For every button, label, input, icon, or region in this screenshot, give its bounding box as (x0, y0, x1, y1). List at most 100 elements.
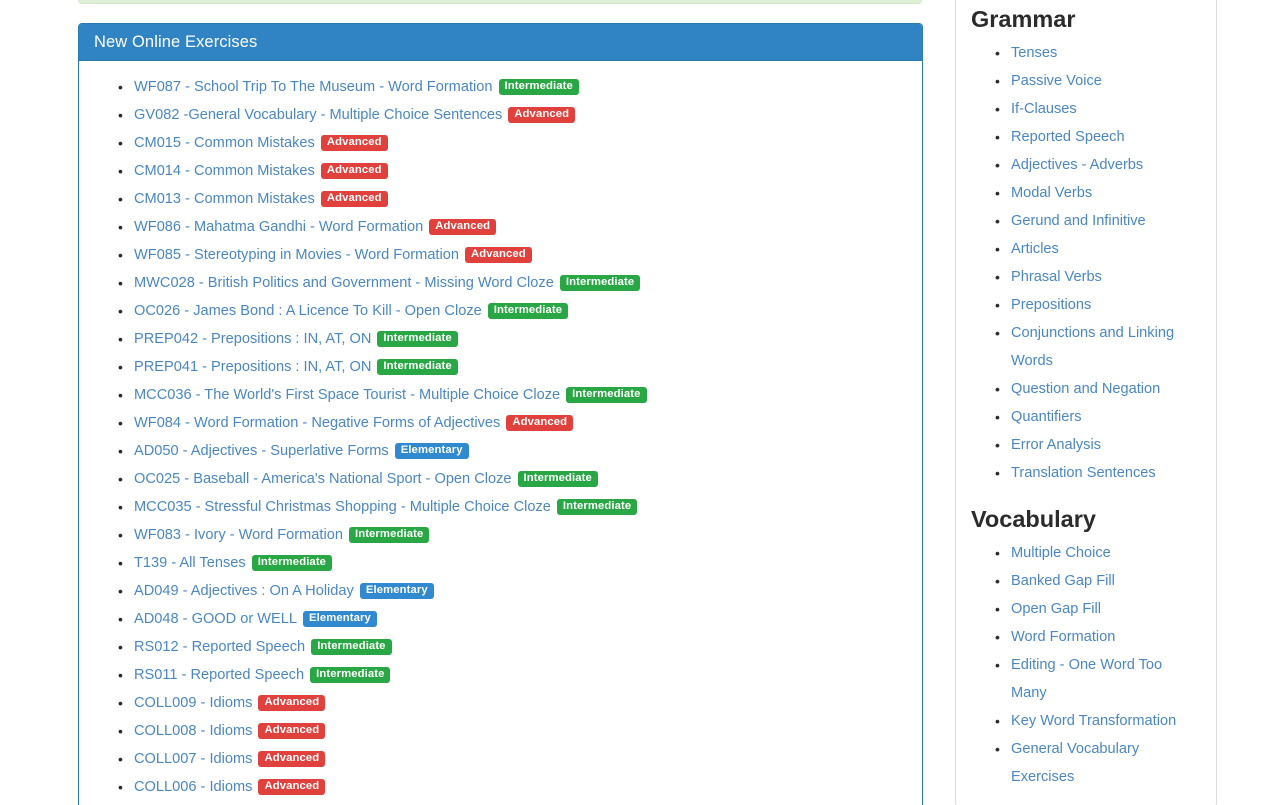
exercise-list-item: CM015 - Common MistakesAdvanced (134, 129, 907, 157)
level-badge: Intermediate (557, 499, 637, 515)
sidebar-list-item: If-Clauses (1011, 95, 1201, 123)
exercise-link[interactable]: WF083 - Ivory - Word Formation (134, 527, 343, 543)
exercise-link[interactable]: MWC028 - British Politics and Government… (134, 275, 554, 291)
level-badge: Elementary (303, 611, 377, 627)
exercise-list-item: COLL006 - IdiomsAdvanced (134, 773, 907, 801)
sidebar-heading-grammar: Grammar (971, 5, 1201, 33)
exercise-link[interactable]: RS012 - Reported Speech (134, 639, 305, 655)
exercise-link[interactable]: AD049 - Adjectives : On A Holiday (134, 583, 354, 599)
exercise-link[interactable]: T139 - All Tenses (134, 555, 246, 571)
sidebar-link-articles[interactable]: Articles (1011, 241, 1059, 257)
sidebar-list-item: General Vocabulary Exercises (1011, 735, 1201, 791)
exercise-link[interactable]: GV082 -General Vocabulary - Multiple Cho… (134, 107, 502, 123)
exercise-list-item: WF086 - Mahatma Gandhi - Word Formation A… (134, 213, 907, 241)
sidebar-list-item: Reported Speech (1011, 123, 1201, 151)
sidebar-link-general-vocabulary-exercises[interactable]: General Vocabulary Exercises (1011, 741, 1139, 785)
exercise-list-item: CM014 - Common MistakesAdvanced (134, 157, 907, 185)
level-badge: Advanced (429, 219, 496, 235)
sidebar-link-prepositions[interactable]: Prepositions (1011, 297, 1091, 313)
level-badge: Intermediate (499, 79, 579, 95)
exercise-list-item: GV082 -General Vocabulary - Multiple Cho… (134, 101, 907, 129)
exercise-list: WF087 - School Trip To The Museum - Word… (94, 73, 907, 801)
exercise-link[interactable]: OC026 - James Bond : A Licence To Kill -… (134, 303, 482, 319)
sidebar-link-passive-voice[interactable]: Passive Voice (1011, 73, 1102, 89)
success-alert (78, 0, 922, 4)
sidebar-heading-vocabulary: Vocabulary (971, 505, 1201, 533)
page-root: New Online Exercises WF087 - School Trip… (0, 0, 1268, 805)
sidebar-link-reported-speech[interactable]: Reported Speech (1011, 129, 1125, 145)
sidebar-grammar-list: Tenses Passive Voice If-Clauses Reported Sp… (971, 39, 1201, 487)
exercise-link[interactable]: WF084 - Word Formation - Negative Forms … (134, 415, 500, 431)
exercise-list-item: WF085 - Stereotyping in Movies - Word Fo… (134, 241, 907, 269)
sidebar: Grammar Tenses Passive Voice If-Clauses Rep… (955, 0, 1217, 805)
exercise-link[interactable]: COLL008 - Idioms (134, 723, 252, 739)
level-badge: Advanced (258, 695, 325, 711)
exercise-list-item: WF084 - Word Formation - Negative Forms … (134, 409, 907, 437)
exercise-link[interactable]: PREP042 - Prepositions : IN, AT, ON (134, 331, 371, 347)
exercise-list-item: RS011 - Reported SpeechIntermediate (134, 661, 907, 689)
sidebar-link-key-word-transformation[interactable]: Key Word Transformation (1011, 713, 1176, 729)
exercise-link[interactable]: WF086 - Mahatma Gandhi - Word Formation (134, 219, 423, 235)
sidebar-list-item: Phrasal Verbs (1011, 263, 1201, 291)
sidebar-list-item: Gerund and Infinitive (1011, 207, 1201, 235)
sidebar-link-translation-sentences[interactable]: Translation Sentences (1011, 465, 1156, 481)
new-online-exercises-panel: New Online Exercises WF087 - School Trip… (78, 23, 923, 805)
exercise-link[interactable]: CM014 - Common Mistakes (134, 163, 315, 179)
page-title: New Online Exercises (94, 34, 257, 51)
sidebar-link-tenses[interactable]: Tenses (1011, 45, 1057, 61)
sidebar-link-word-formation[interactable]: Word Formation (1011, 629, 1115, 645)
exercise-list-item: RS012 - Reported SpeechIntermediate (134, 633, 907, 661)
exercise-link[interactable]: MCC036 - The World's First Space Tourist… (134, 387, 560, 403)
sidebar-link-phrasal-verbs[interactable]: Phrasal Verbs (1011, 269, 1102, 285)
sidebar-link-modal-verbs[interactable]: Modal Verbs (1011, 185, 1092, 201)
exercise-link[interactable]: AD048 - GOOD or WELL (134, 611, 297, 627)
sidebar-list-item: Question and Negation (1011, 375, 1201, 403)
exercise-link[interactable]: COLL009 - Idioms (134, 695, 252, 711)
sidebar-link-error-analysis[interactable]: Error Analysis (1011, 437, 1101, 453)
exercise-list-item: AD048 - GOOD or WELL Elementary (134, 605, 907, 633)
exercise-list-item: PREP042 - Prepositions : IN, AT, ON Inter… (134, 325, 907, 353)
sidebar-list-item: Multiple Choice (1011, 539, 1201, 567)
sidebar-link-multiple-choice[interactable]: Multiple Choice (1011, 545, 1111, 561)
exercise-link[interactable]: CM015 - Common Mistakes (134, 135, 315, 151)
panel-header: New Online Exercises (79, 24, 922, 61)
exercise-link[interactable]: AD050 - Adjectives - Superlative Forms (134, 443, 389, 459)
level-badge: Intermediate (560, 275, 640, 291)
exercise-link[interactable]: OC025 - Baseball - America's National Sp… (134, 471, 512, 487)
sidebar-link-open-gap-fill[interactable]: Open Gap Fill (1011, 601, 1101, 617)
sidebar-list-item: Passive Voice (1011, 67, 1201, 95)
exercise-link[interactable]: RS011 - Reported Speech (134, 667, 304, 683)
sidebar-list-item: Open Gap Fill (1011, 595, 1201, 623)
exercise-link[interactable]: MCC035 - Stressful Christmas Shopping - … (134, 499, 551, 515)
exercise-list-item: PREP041 - Prepositions : IN, AT, ONInter… (134, 353, 907, 381)
sidebar-link-if-clauses[interactable]: If-Clauses (1011, 101, 1077, 117)
level-badge: Advanced (508, 107, 575, 123)
sidebar-list-item: Prepositions (1011, 291, 1201, 319)
sidebar-link-gerund-and-infinitive[interactable]: Gerund and Infinitive (1011, 213, 1146, 229)
exercise-list-item: AD049 - Adjectives : On A HolidayElement… (134, 577, 907, 605)
exercise-link[interactable]: CM013 - Common Mistakes (134, 191, 315, 207)
sidebar-categories-body: Grammar Tenses Passive Voice If-Clauses Rep… (956, 0, 1216, 805)
exercise-link[interactable]: PREP041 - Prepositions : IN, AT, ON (134, 359, 371, 375)
exercise-list-item: AD050 - Adjectives - Superlative FormsEl… (134, 437, 907, 465)
level-badge: Advanced (258, 723, 325, 739)
sidebar-list-item: Word Formation (1011, 623, 1201, 651)
sidebar-link-banked-gap-fill[interactable]: Banked Gap Fill (1011, 573, 1115, 589)
exercise-list-item: COLL008 - Idioms Advanced (134, 717, 907, 745)
level-badge: Intermediate (377, 331, 457, 347)
exercise-link[interactable]: WF085 - Stereotyping in Movies - Word Fo… (134, 247, 459, 263)
sidebar-list-item: Modal Verbs (1011, 179, 1201, 207)
exercise-list-item: MWC028 - British Politics and Government… (134, 269, 907, 297)
panel-body: WF087 - School Trip To The Museum - Word… (79, 61, 922, 805)
level-badge: Advanced (321, 191, 388, 207)
sidebar-link-editing-one-word-too-many[interactable]: Editing - One Word Too Many (1011, 657, 1162, 701)
exercise-list-item: COLL009 - Idioms Advanced (134, 689, 907, 717)
exercise-link[interactable]: WF087 - School Trip To The Museum - Word… (134, 79, 493, 95)
exercise-link[interactable]: COLL006 - Idioms (134, 779, 252, 795)
sidebar-link-adjectives-adverbs[interactable]: Adjectives - Adverbs (1011, 157, 1143, 173)
exercise-list-item: T139 - All TensesIntermediate (134, 549, 907, 577)
sidebar-link-conjunctions-and-linking-words[interactable]: Conjunctions and Linking Words (1011, 325, 1174, 369)
sidebar-link-question-and-negation[interactable]: Question and Negation (1011, 381, 1160, 397)
exercise-link[interactable]: COLL007 - Idioms (134, 751, 252, 767)
sidebar-link-quantifiers[interactable]: Quantifiers (1011, 409, 1082, 425)
